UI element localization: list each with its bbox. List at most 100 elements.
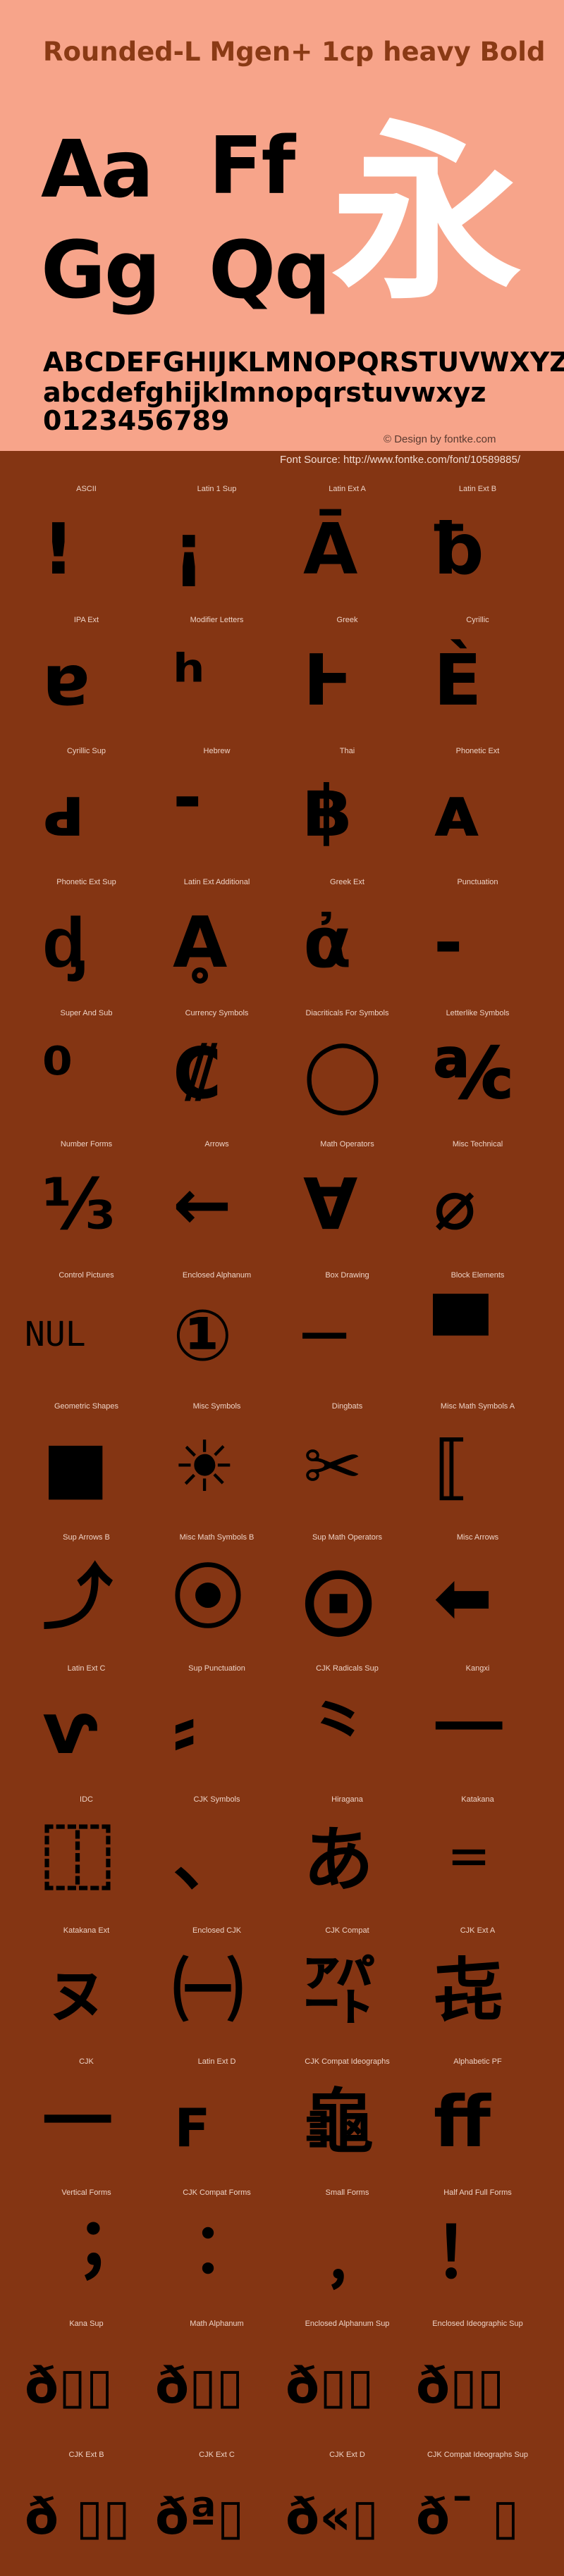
block-cell: Hebrew ־ [152,741,282,872]
block-cell: Control Pictures NUL [21,1265,152,1397]
block-glyph: ◯ [303,1032,382,1115]
block-glyph: ð▯▯ [25,2357,114,2415]
block-label: Latin Ext B [458,485,497,493]
block-cell: Currency Symbols ₡ [152,1003,282,1134]
font-preview-header: Rounded-L Mgen+ 1cp heavy Bold Aa Ff Gg … [0,0,564,451]
block-label: Enclosed Alphanum Sup [305,2320,390,2328]
block-label: Cyrillic [466,616,489,624]
block-label: CJK Ext C [199,2451,235,2459]
block-label: Currency Symbols [185,1009,249,1017]
block-cell: Misc Symbols ☀ [152,1397,282,1528]
block-glyph: ▀ [434,1294,488,1377]
block-glyph: ð ▯▯ [25,2488,130,2546]
block-cell: Punctuation ‐ [412,872,543,1003]
block-glyph: ! [42,508,75,590]
block-label: Latin Ext D [197,2057,236,2066]
uppercase-sample: ABCDEFGHIJKLMNOPQRSTUVWXYZ [43,347,564,378]
block-glyph: ⟦ [434,1425,468,1508]
block-glyph: ⅓ [42,1163,116,1246]
block-glyph: ㈠ [173,1950,243,2032]
block-glyph: ðª▯ [155,2488,245,2546]
block-glyph: ① [173,1294,233,1377]
block-glyph: 㐂 [434,1950,504,2032]
block-cell: Number Forms ⅓ [21,1134,152,1265]
block-cell: CJK Ext D ð«▯ [282,2445,412,2576]
block-cell: CJK Radicals Sup ⺀ [282,1659,412,1790]
block-label: Misc Technical [452,1140,503,1148]
block-label: CJK Compat Forms [183,2188,251,2197]
block-cell: Dingbats ✂ [282,1397,412,1528]
block-glyph: ð▯▯ [155,2357,244,2415]
block-cell: Math Alphanum ð▯▯ [152,2314,282,2445]
block-glyph: ἀ [303,901,352,984]
block-glyph: ⌀ [434,1163,477,1246]
block-cell: Hiragana あ [282,1790,412,1921]
block-label: Latin Ext C [67,1664,106,1673]
block-label: Diacriticals For Symbols [305,1009,389,1017]
block-glyph: ─ [303,1294,346,1377]
block-glyph: ゠ [434,1819,504,1901]
block-label: IDC [80,1795,93,1804]
block-label: CJK Compat Ideographs Sup [427,2451,529,2459]
block-label: Punctuation [457,878,498,886]
block-glyph: ✂ [303,1425,362,1508]
block-glyph: ㇴ [42,1950,113,2032]
block-label: Misc Math Symbols A [440,1402,515,1411]
block-cell: Enclosed CJK ㈠ [152,1921,282,2052]
sample-qq: Qq [209,225,331,316]
block-label: CJK Compat Ideographs [305,2057,390,2066]
block-cell: CJK Ext C ðª▯ [152,2445,282,2576]
font-source-link[interactable]: Font Source: http://www.fontke.com/font/… [280,454,520,466]
block-label: Sup Arrows B [63,1533,110,1542]
block-label: Phonetic Ext [455,747,500,755]
block-label: Latin Ext A [329,485,366,493]
block-label: Cyrillic Sup [66,747,106,755]
block-label: Block Elements [450,1271,505,1280]
block-glyph: ð¯ ▯ [416,2488,519,2546]
block-glyph: ⸗ [173,1688,197,1770]
block-cell: CJK Compat Forms ︰ [152,2183,282,2314]
block-cell: Misc Arrows ⬅ [412,1528,543,1659]
block-cell: Block Elements ▀ [412,1265,543,1397]
block-label: Box Drawing [325,1271,369,1280]
block-cell: Phonetic Ext Sup ᶁ [21,872,152,1003]
block-glyph: ƀ [434,508,484,590]
block-label: ASCII [76,485,97,493]
block-label: Small Forms [325,2188,369,2197]
block-cell: Vertical Forms ︔ [21,2183,152,2314]
block-glyph: ⬅ [434,1556,493,1639]
block-cell: Latin Ext Additional Ḁ [152,872,282,1003]
block-cell: Math Operators ∀ [282,1134,412,1265]
block-label: IPA Ext [73,616,99,624]
block-label: Vertical Forms [61,2188,111,2197]
block-glyph: ⁰ [42,1032,73,1115]
block-cell: Greek Ͱ [282,610,412,741]
block-glyph: ⨀ [303,1556,374,1639]
block-glyph: ð▯▯ [416,2357,505,2415]
block-glyph: ð▯▯ [286,2357,374,2415]
sample-aa: Aa [41,124,154,216]
block-label: Misc Symbols [192,1402,241,1411]
block-glyph: ！ [434,2212,504,2294]
block-label: Enclosed Ideographic Sup [432,2320,523,2328]
block-label: Enclosed Alphanum [182,1271,252,1280]
block-cell: CJK Compat Ideographs Sup ð¯ ▯ [412,2445,543,2576]
block-cell: Geometric Shapes ■ [21,1397,152,1528]
block-label: Greek [336,616,358,624]
block-cell: Katakana ゠ [412,1790,543,1921]
block-cell: Enclosed Ideographic Sup ð▯▯ [412,2314,543,2445]
block-glyph: ⼀ [434,1688,504,1770]
block-label: Hebrew [203,747,231,755]
unicode-block-grid: ASCII! Latin 1 Sup ¡ Latin Ext A Ā Latin Ext … [21,479,543,2576]
block-label: Math Alphanum [190,2320,244,2328]
block-glyph: 、 [173,1819,243,1901]
block-cell: Super And Sub ⁰ [21,1003,152,1134]
block-glyph: ԁ [42,770,85,853]
block-cell: Letterlike Symbols ℀ [412,1003,543,1134]
block-cell: IDC ⿰ [21,1790,152,1921]
block-glyph: ‐ [434,901,463,984]
block-cell: Cyrillic Sup ԁ [21,741,152,872]
block-cell: Box Drawing ─ [282,1265,412,1397]
block-cell: Kana Sup ð▯▯ [21,2314,152,2445]
block-glyph: ☀ [173,1425,236,1508]
